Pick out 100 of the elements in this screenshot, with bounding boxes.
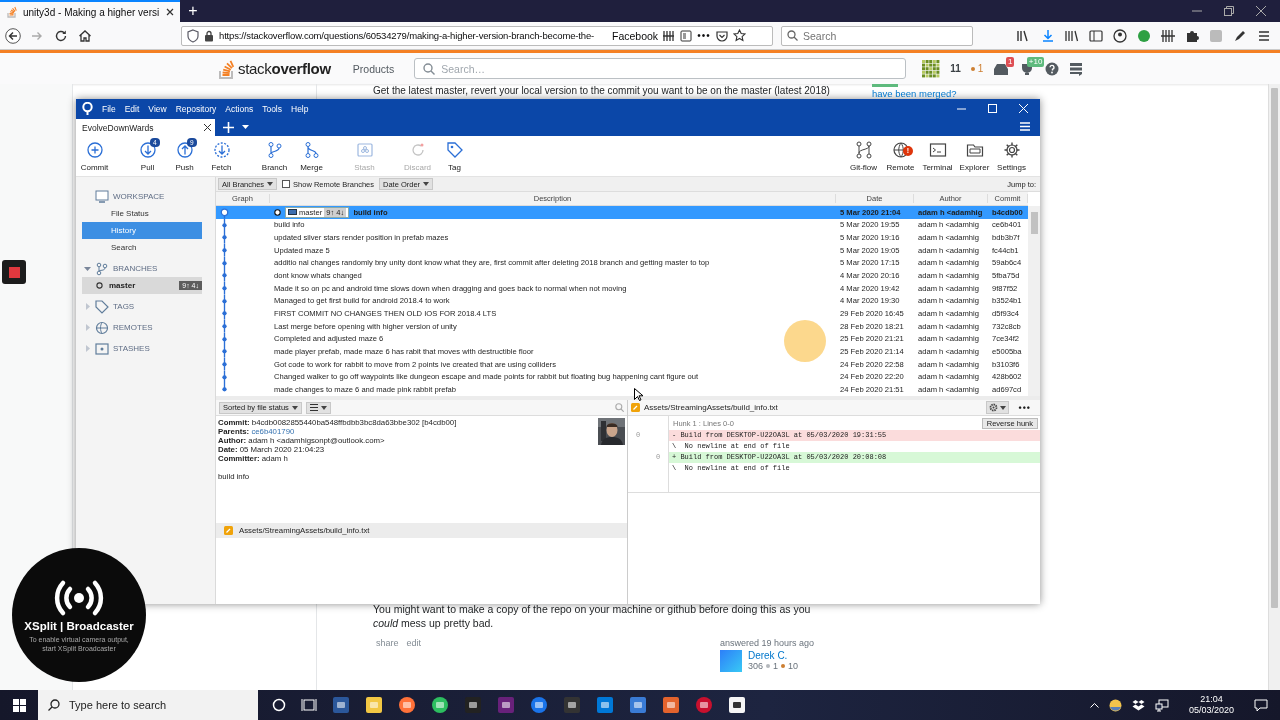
scrollbar[interactable] [1268,84,1280,690]
pocket-icon[interactable] [715,29,728,42]
note-icon[interactable] [431,696,449,714]
record-button[interactable] [2,260,26,284]
menu-item[interactable]: View [148,103,167,114]
more-actions-button[interactable]: ••• [697,30,711,41]
task-view-icon[interactable] [301,698,317,712]
new-tab-button[interactable]: + [180,0,206,22]
section-header[interactable]: BRANCHES [113,264,158,273]
close-icon[interactable] [204,124,211,131]
folder-icon[interactable] [365,696,383,714]
search-icon [423,62,436,75]
lock-icon [204,29,214,42]
close-icon[interactable] [166,8,174,16]
mail-icon[interactable] [596,696,614,714]
menu-icon[interactable] [1020,121,1030,131]
menu-item[interactable]: Edit [124,103,140,114]
maximize-icon[interactable] [988,104,997,113]
browser-tab[interactable]: unity3d - Making a higher versi [0,0,180,22]
nav-link[interactable]: Products [352,62,395,75]
bookmark-link[interactable]: Facebook [612,29,659,42]
caret-icon[interactable] [242,124,249,130]
scrollbar[interactable] [1028,206,1040,396]
settings-icon [1002,140,1021,159]
star-icon[interactable] [732,29,746,42]
graph-node-icon [220,319,229,333]
download-icon[interactable] [1040,27,1056,44]
help-icon[interactable] [1045,61,1060,76]
null: Search [803,29,837,42]
tab-title: unity3d - Making a higher versi [23,6,161,18]
document-icon[interactable] [332,696,350,714]
game-icon[interactable] [563,696,581,714]
toolbar-button[interactable]: Branch [256,140,293,172]
close-icon[interactable] [1256,6,1266,16]
app-icon[interactable] [662,696,680,714]
clock[interactable]: 21:04 05/03/2020 [1188,694,1234,716]
site-switcher-icon[interactable] [1069,61,1084,76]
address-bar[interactable]: https://stackoverflow.com/questions/60534279/making-a-higher-version-branch-become-the- Facebook ••• [181,25,773,46]
plus-icon[interactable] [223,121,234,133]
toolbar-button[interactable]: Terminal [919,140,956,172]
windows-icon[interactable] [12,698,26,712]
sidebar-item[interactable]: Search [82,239,202,256]
reader-icon[interactable] [464,696,482,714]
stack-logo-icon [6,6,18,18]
box-icon[interactable] [1131,699,1145,711]
post-action-link[interactable]: share [376,638,399,672]
graph-node-icon [220,256,229,270]
search-field[interactable]: Type here to search [38,690,258,720]
section-header[interactable]: TAGS [113,302,135,311]
menu-item[interactable]: Tools [262,103,282,114]
badge-count: 1 [977,63,984,74]
reader-view-icon[interactable] [680,29,693,42]
account-icon[interactable] [1112,27,1128,44]
car-icon[interactable] [629,696,647,714]
sidebar-icon[interactable] [1088,27,1104,44]
toolbar-button[interactable]: Fetch [203,140,240,172]
menu-item[interactable]: Repository [175,103,217,114]
toolbar-button[interactable]: Git-flow [845,140,882,172]
caret-icon [423,182,430,186]
section-header[interactable]: REMOTES [113,323,153,332]
repo-tab[interactable]: EvolveDownWards [76,119,215,136]
view-mode-dropdown[interactable] [305,401,331,414]
post-action-link[interactable]: edit [406,638,422,672]
menu-item[interactable]: File [102,103,116,114]
restore-icon[interactable] [1224,6,1234,16]
chevron-icon[interactable] [1089,702,1099,708]
monitor-icon [95,189,109,204]
shield-icon[interactable] [695,696,713,714]
toolbar-button[interactable]: Commit [76,140,113,172]
network-icon[interactable] [1154,698,1169,712]
toolbar-button[interactable]: Merge [293,140,330,172]
bars-icon[interactable] [1160,27,1176,44]
map-pin-icon[interactable] [530,696,548,714]
sidebar-item[interactable]: File Status [82,205,202,222]
section-header[interactable]: WORKSPACE [113,192,165,201]
toolbar-button[interactable]: Settings [993,140,1030,172]
user-name[interactable]: Derek C. [747,650,798,661]
back-icon[interactable] [5,27,21,44]
settings-dropdown[interactable] [985,401,1009,414]
menu-item[interactable]: Actions [225,103,254,114]
weather-icon[interactable] [1108,698,1122,712]
inbox-icon[interactable] [993,61,1010,76]
extension-badge-icon[interactable] [1136,27,1152,44]
avatar-icon[interactable] [922,59,941,78]
checkbox[interactable] [282,180,291,188]
more-button[interactable]: ••• [1012,402,1037,413]
user-avatar-icon[interactable] [719,650,742,672]
toolbar-button[interactable]: Explorer [956,140,993,172]
browser-icon[interactable] [398,696,416,714]
toolbar-button[interactable]: Tag [436,140,473,172]
section-header[interactable]: STASHES [113,344,150,353]
circle-icon[interactable] [272,698,286,712]
code-editor-icon[interactable] [497,696,515,714]
overlay-title: XSplit | Broadcaster [24,619,134,632]
search-field[interactable]: Search [781,25,973,46]
menu-item[interactable]: Help [291,103,309,114]
related-link[interactable]: have been merged? [872,88,1268,99]
notification-icon[interactable] [1254,698,1268,712]
answer-text: You might want to make a copy of the repo on your machine or github before doing this as you could mess up pretty bad. [373,602,812,630]
cube-icon[interactable] [728,696,746,714]
